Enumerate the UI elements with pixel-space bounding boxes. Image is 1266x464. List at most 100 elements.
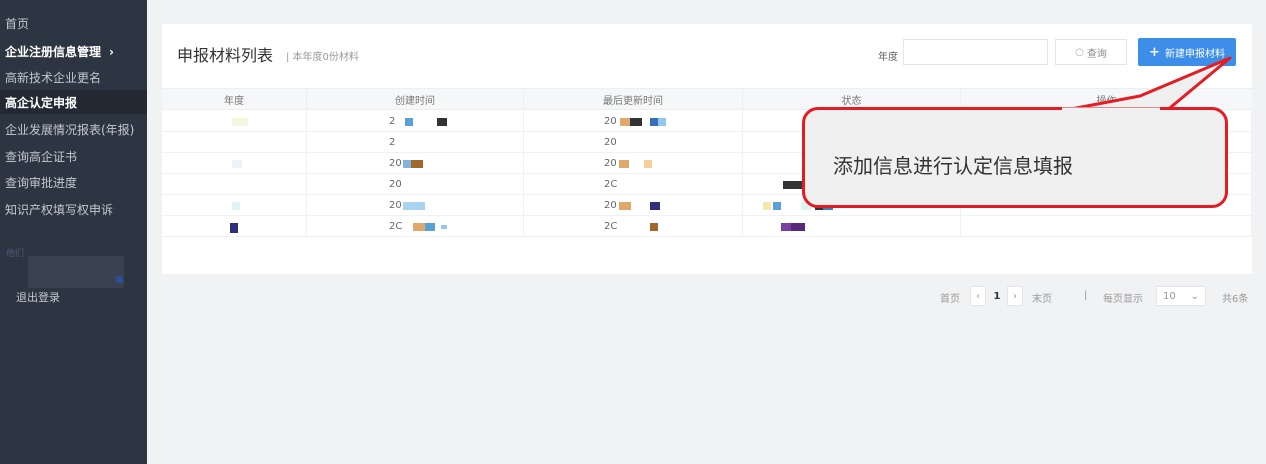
sidebar-item-label: 企业注册信息管理: [5, 45, 102, 59]
chevron-right-icon: ›: [109, 45, 114, 59]
cell-text: 20: [604, 116, 617, 127]
cell-text: 20: [389, 200, 402, 211]
table-row: 2C 2C: [162, 216, 1252, 237]
redacted-block: [658, 118, 666, 126]
search-icon: ○: [1075, 46, 1084, 58]
cell-year: [162, 195, 307, 215]
year-filter-input[interactable]: [903, 39, 1048, 65]
new-material-button[interactable]: + 新建申报材料: [1138, 38, 1236, 66]
sidebar-user-label: 他们: [6, 249, 25, 259]
sidebar-item-rename[interactable]: 高新技术企业更名: [5, 70, 101, 86]
per-page-value: 10: [1163, 290, 1176, 302]
sidebar-item-ip-appeal[interactable]: 知识产权填写权申诉: [5, 202, 113, 218]
redacted-block: [232, 160, 242, 168]
sidebar-item-certification[interactable]: 高企认定申报: [5, 95, 77, 111]
redacted-block: [425, 223, 435, 231]
cell-text: 20: [389, 158, 402, 169]
chevron-right-icon: ›: [1013, 290, 1017, 302]
pagination-next[interactable]: ›: [1007, 286, 1023, 306]
cell-year: [162, 132, 307, 152]
pagination-prev[interactable]: ‹: [970, 286, 986, 306]
sidebar-item-certificate[interactable]: 查询高企证书: [5, 149, 77, 165]
redacted-block: [619, 160, 629, 168]
per-page-label: 每页显示: [1103, 294, 1143, 305]
pagination-current-page[interactable]: 1: [990, 286, 1004, 306]
redacted-block: [437, 118, 447, 126]
cell-created: 20: [307, 174, 524, 194]
cell-updated: 20: [524, 195, 743, 215]
chevron-left-icon: ‹: [976, 290, 980, 302]
column-header-actions: 操作: [1096, 95, 1117, 107]
redacted-block: [644, 160, 652, 168]
cell-text: 2C: [604, 221, 618, 232]
redacted-block: [650, 118, 658, 126]
redacted-block: [773, 202, 781, 210]
page-subtitle: | 本年度0份材料: [286, 52, 359, 63]
query-button[interactable]: ○ 查询: [1055, 39, 1127, 65]
sidebar-item-progress[interactable]: 查询审批进度: [5, 175, 77, 191]
cell-created: 20: [307, 195, 524, 215]
column-header-status: 状态: [743, 89, 961, 109]
column-header-created: 创建时间: [307, 89, 524, 109]
redacted-block: [619, 202, 631, 210]
redacted-block: [441, 225, 447, 229]
redacted-block: [230, 223, 238, 233]
cell-updated: 2C: [524, 174, 743, 194]
cell-text: 2C: [604, 179, 618, 190]
redacted-block: [411, 160, 423, 168]
cell-text: 20: [604, 137, 617, 148]
cell-created: 2: [307, 132, 524, 152]
redacted-block: [620, 118, 630, 126]
per-page-select[interactable]: 10 ⌄: [1156, 286, 1206, 306]
cell-created: 2: [307, 111, 524, 131]
plus-icon: +: [1149, 44, 1160, 60]
redacted-block: [650, 223, 658, 231]
chevron-down-icon: ⌄: [1190, 290, 1199, 302]
sidebar-item-annual-report[interactable]: 企业发展情况报表(年报): [5, 122, 134, 138]
sidebar-item-home[interactable]: 首页: [5, 16, 29, 32]
cell-text: 2: [389, 116, 396, 127]
redacted-block: [630, 118, 642, 126]
cell-year: [162, 216, 307, 236]
cell-updated: 20: [524, 111, 743, 131]
column-header-updated: 最后更新时间: [524, 89, 743, 109]
cell-created: 2C: [307, 216, 524, 236]
sidebar-item-registration[interactable]: 企业注册信息管理 ›: [5, 44, 114, 60]
pagination-total: 共6条: [1222, 294, 1249, 305]
cell-updated: 20: [524, 132, 743, 152]
callout-box: 添加信息进行认定信息填报: [802, 107, 1228, 208]
redacted-block: [413, 223, 425, 231]
sidebar-user-box: [28, 256, 124, 288]
pagination-separator: |: [1084, 290, 1088, 301]
cell-text: 20: [389, 179, 402, 190]
cell-text: 2: [389, 137, 396, 148]
cell-actions: [961, 216, 1252, 236]
callout-text: 添加信息进行认定信息填报: [833, 154, 1073, 178]
cell-year: [162, 174, 307, 194]
cell-year: [162, 153, 307, 173]
column-header-year: 年度: [162, 89, 307, 109]
logout-link[interactable]: 退出登录: [16, 289, 60, 305]
cell-status: [743, 216, 961, 236]
redacted-block: [232, 118, 248, 126]
redacted-block: [791, 223, 805, 231]
cell-year: [162, 111, 307, 131]
redacted-block: [232, 202, 240, 210]
sidebar: 首页 企业注册信息管理 › 高新技术企业更名 高企认定申报 企业发展情况报表(年报…: [0, 0, 147, 464]
cell-text: 2C: [389, 221, 403, 232]
page-title: 申报材料列表: [177, 46, 274, 65]
cell-created: 20: [307, 153, 524, 173]
query-button-label: 查询: [1086, 48, 1107, 60]
cell-updated: 20: [524, 153, 743, 173]
app-root: 首页 企业注册信息管理 › 高新技术企业更名 高企认定申报 企业发展情况报表(年报…: [0, 0, 1266, 464]
cell-updated: 2C: [524, 216, 743, 236]
pagination-first[interactable]: 首页: [940, 290, 960, 305]
pagination-last[interactable]: 末页: [1032, 290, 1052, 305]
year-filter-label: 年度: [878, 52, 898, 63]
sidebar-user-dot: [116, 276, 123, 283]
redacted-block: [763, 202, 771, 210]
new-material-label: 新建申报材料: [1164, 48, 1225, 60]
redacted-block: [783, 181, 803, 189]
redacted-block: [650, 202, 660, 210]
cell-text: 20: [604, 200, 617, 211]
